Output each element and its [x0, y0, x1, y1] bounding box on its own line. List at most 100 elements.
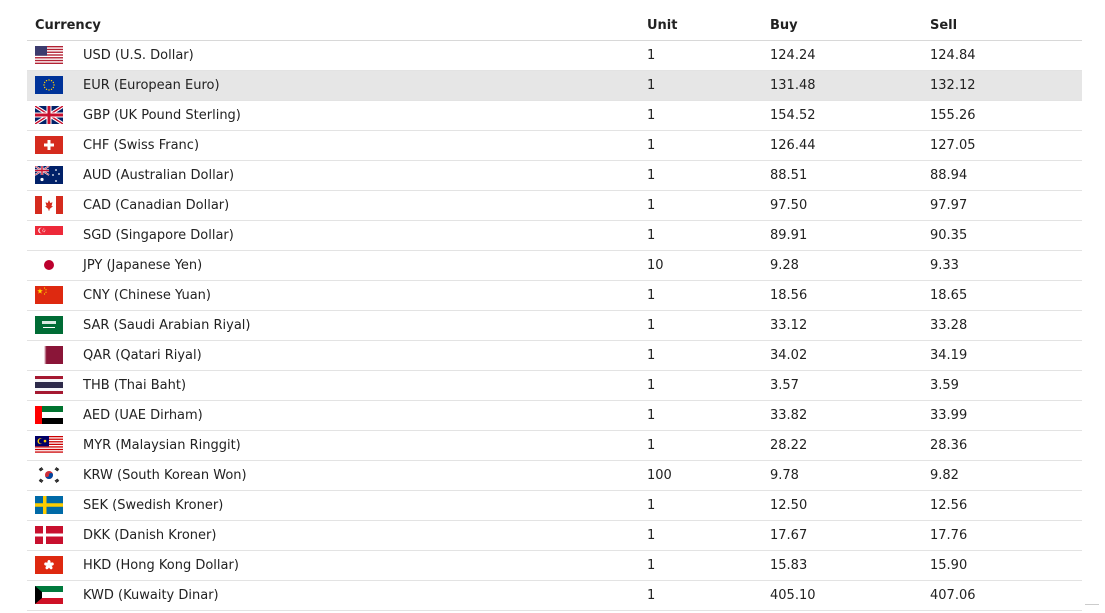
- flag-my-icon: [35, 436, 63, 454]
- flag-eu-icon: [35, 76, 63, 94]
- currency-name: SEK (Swedish Kroner): [83, 498, 224, 513]
- table-row: SEK (Swedish Kroner) 1 12.50 12.56: [27, 491, 1082, 521]
- currency-name: AED (UAE Dirham): [83, 408, 203, 423]
- sell-rate: 132.12: [930, 78, 976, 93]
- table-row: KWD (Kuwaity Dinar) 1 405.10 407.06: [27, 581, 1082, 611]
- unit-value: 10: [647, 258, 664, 273]
- currency-name: DKK (Danish Kroner): [83, 528, 217, 543]
- buy-rate: 28.22: [770, 438, 808, 453]
- sell-rate: 407.06: [930, 588, 976, 603]
- table-row: KRW (South Korean Won) 100 9.78 9.82: [27, 461, 1082, 491]
- buy-rate: 12.50: [770, 498, 808, 513]
- table-header-row: Currency Unit Buy Sell: [27, 10, 1082, 41]
- table-row: MYR (Malaysian Ringgit) 1 28.22 28.36: [27, 431, 1082, 461]
- sell-rate: 34.19: [930, 348, 968, 363]
- sell-rate: 3.59: [930, 378, 959, 393]
- buy-rate: 89.91: [770, 228, 808, 243]
- unit-value: 1: [647, 168, 656, 183]
- buy-rate: 15.83: [770, 558, 808, 573]
- flag-se-icon: [35, 496, 63, 514]
- sell-rate: 33.99: [930, 408, 968, 423]
- buy-rate: 33.82: [770, 408, 808, 423]
- flag-cn-icon: [35, 286, 63, 304]
- flag-ca-icon: [35, 196, 63, 214]
- flag-qa-icon: [35, 346, 63, 364]
- table-body: USD (U.S. Dollar) 1 124.24 124.84 EUR (Europ…: [27, 41, 1082, 611]
- buy-rate: 154.52: [770, 108, 816, 123]
- currency-name: AUD (Australian Dollar): [83, 168, 235, 183]
- currency-name: CNY (Chinese Yuan): [83, 288, 211, 303]
- unit-value: 1: [647, 498, 656, 513]
- unit-value: 1: [647, 318, 656, 333]
- header-sell: Sell: [930, 18, 958, 33]
- sell-rate: 124.84: [930, 48, 976, 63]
- unit-value: 1: [647, 48, 656, 63]
- sell-rate: 9.82: [930, 468, 959, 483]
- table-row: EUR (European Euro) 1 131.48 132.12: [27, 71, 1082, 101]
- flag-gb-icon: [35, 106, 63, 124]
- unit-value: 1: [647, 348, 656, 363]
- table-row: AED (UAE Dirham) 1 33.82 33.99: [27, 401, 1082, 431]
- table-row: CHF (Swiss Franc) 1 126.44 127.05: [27, 131, 1082, 161]
- unit-value: 1: [647, 588, 656, 603]
- buy-rate: 34.02: [770, 348, 808, 363]
- buy-rate: 9.28: [770, 258, 799, 273]
- flag-th-icon: [35, 376, 63, 394]
- unit-value: 1: [647, 78, 656, 93]
- unit-value: 100: [647, 468, 672, 483]
- resize-handle[interactable]: [1085, 604, 1099, 611]
- unit-value: 1: [647, 138, 656, 153]
- currency-name: SAR (Saudi Arabian Riyal): [83, 318, 251, 333]
- currency-name: CHF (Swiss Franc): [83, 138, 200, 153]
- header-buy: Buy: [770, 18, 798, 33]
- currency-name: MYR (Malaysian Ringgit): [83, 438, 241, 453]
- table-row: AUD (Australian Dollar) 1 88.51 88.94: [27, 161, 1082, 191]
- unit-value: 1: [647, 558, 656, 573]
- flag-ch-icon: [35, 136, 63, 154]
- table-row: CNY (Chinese Yuan) 1 18.56 18.65: [27, 281, 1082, 311]
- table-row: SGD (Singapore Dollar) 1 89.91 90.35: [27, 221, 1082, 251]
- unit-value: 1: [647, 408, 656, 423]
- currency-name: QAR (Qatari Riyal): [83, 348, 202, 363]
- currency-name: EUR (European Euro): [83, 78, 220, 93]
- flag-jp-icon: [35, 256, 63, 274]
- sell-rate: 90.35: [930, 228, 968, 243]
- buy-rate: 126.44: [770, 138, 816, 153]
- unit-value: 1: [647, 528, 656, 543]
- flag-kr-icon: [35, 466, 63, 484]
- unit-value: 1: [647, 228, 656, 243]
- flag-us-icon: [35, 46, 63, 64]
- buy-rate: 3.57: [770, 378, 799, 393]
- unit-value: 1: [647, 198, 656, 213]
- buy-rate: 405.10: [770, 588, 816, 603]
- sell-rate: 12.56: [930, 498, 968, 513]
- buy-rate: 9.78: [770, 468, 799, 483]
- flag-sa-icon: [35, 316, 63, 334]
- sell-rate: 17.76: [930, 528, 968, 543]
- table-row: SAR (Saudi Arabian Riyal) 1 33.12 33.28: [27, 311, 1082, 341]
- currency-name: USD (U.S. Dollar): [83, 48, 194, 63]
- currency-name: JPY (Japanese Yen): [83, 258, 203, 273]
- table-row: JPY (Japanese Yen) 10 9.28 9.33: [27, 251, 1082, 281]
- table-row: GBP (UK Pound Sterling) 1 154.52 155.26: [27, 101, 1082, 131]
- currency-name: CAD (Canadian Dollar): [83, 198, 230, 213]
- flag-au-icon: [35, 166, 63, 184]
- table-row: DKK (Danish Kroner) 1 17.67 17.76: [27, 521, 1082, 551]
- buy-rate: 33.12: [770, 318, 808, 333]
- flag-hk-icon: [35, 556, 63, 574]
- buy-rate: 97.50: [770, 198, 808, 213]
- sell-rate: 9.33: [930, 258, 959, 273]
- flag-sg-icon: [35, 226, 63, 244]
- sell-rate: 28.36: [930, 438, 968, 453]
- sell-rate: 88.94: [930, 168, 968, 183]
- sell-rate: 155.26: [930, 108, 976, 123]
- flag-dk-icon: [35, 526, 63, 544]
- table-row: THB (Thai Baht) 1 3.57 3.59: [27, 371, 1082, 401]
- currency-name: KWD (Kuwaity Dinar): [83, 588, 219, 603]
- currency-name: THB (Thai Baht): [83, 378, 187, 393]
- unit-value: 1: [647, 438, 656, 453]
- sell-rate: 18.65: [930, 288, 968, 303]
- buy-rate: 124.24: [770, 48, 816, 63]
- currency-name: SGD (Singapore Dollar): [83, 228, 234, 243]
- currency-name: GBP (UK Pound Sterling): [83, 108, 241, 123]
